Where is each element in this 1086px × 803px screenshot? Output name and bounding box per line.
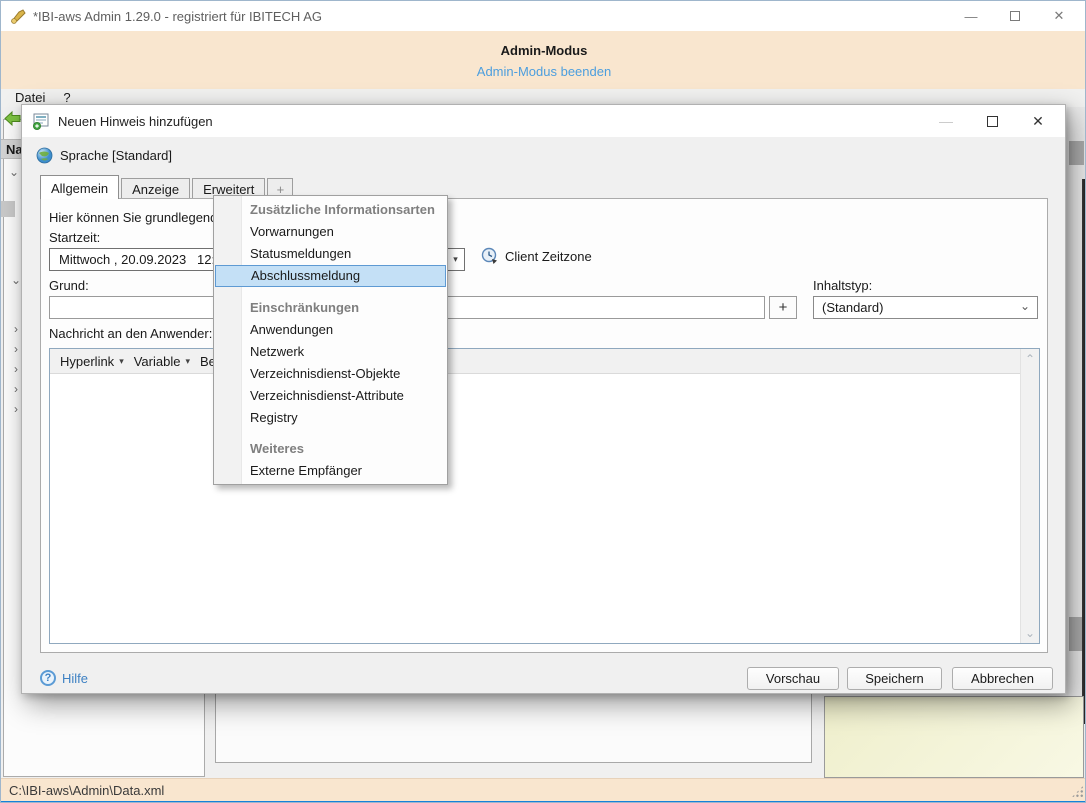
- menu-header-informationsarten: Zusätzliche Informationsarten: [250, 202, 435, 217]
- hilfe-link[interactable]: ? Hilfe: [40, 670, 88, 686]
- menu-item-externe-empfaenger[interactable]: Externe Empfänger: [214, 460, 447, 482]
- admin-mode-exit-link[interactable]: Admin-Modus beenden: [1, 64, 1085, 79]
- screen: *IBI-aws Admin 1.29.0 - registriert für …: [0, 0, 1086, 803]
- close-button[interactable]: ✕: [1037, 1, 1081, 31]
- tabpage-allgemein: Hier können Sie grundlegende Ei Startzei…: [40, 198, 1048, 653]
- tree-expand-icon[interactable]: ›: [14, 402, 18, 416]
- hyperlink-label: Hyperlink: [60, 353, 115, 369]
- tree-collapse-icon[interactable]: ⌄: [9, 165, 19, 179]
- editor-toolbar: Hyperlink ▾ Variable ▾ Be: [50, 349, 1020, 374]
- variable-label: Variable: [133, 353, 181, 369]
- center-panel: [215, 689, 812, 763]
- dialog-titlebar: Neuen Hinweis hinzufügen — ✕: [22, 105, 1065, 137]
- inhaltstyp-label: Inhaltstyp:: [813, 278, 873, 293]
- main-titlebar: *IBI-aws Admin 1.29.0 - registriert für …: [1, 1, 1085, 31]
- tab-allgemein[interactable]: Allgemein: [40, 175, 120, 199]
- globe-icon: [36, 147, 53, 164]
- back-arrow-icon[interactable]: [4, 110, 21, 127]
- startzeit-value: Mittwoch , 20.09.2023 12:54: [59, 252, 230, 267]
- menu-item-abschlussmeldung[interactable]: Abschlussmeldung: [215, 265, 446, 287]
- grund-add-button[interactable]: +: [769, 296, 797, 319]
- abbrechen-button[interactable]: Abbrechen: [952, 667, 1053, 690]
- editor-scrollbar[interactable]: ⌃ ⌄: [1020, 349, 1039, 643]
- nachricht-label: Nachricht an den Anwender:: [49, 326, 213, 341]
- resize-grip[interactable]: [1071, 785, 1084, 798]
- maximize-button[interactable]: [993, 1, 1037, 31]
- chevron-down-icon: ⌄: [1019, 299, 1030, 313]
- language-label: Sprache [Standard]: [60, 148, 173, 163]
- dialog-minimize-button: —: [939, 113, 953, 129]
- menu-separator: [214, 429, 447, 438]
- background-window-edge: [1082, 179, 1085, 724]
- information-type-menu: Zusätzliche Informationsarten Vorwarnung…: [213, 195, 448, 485]
- message-editor: Hyperlink ▾ Variable ▾ Be ⌃ ⌄: [49, 348, 1040, 644]
- menu-item-netzwerk[interactable]: Netzwerk: [214, 341, 447, 363]
- intro-text: Hier können Sie grundlegende Ei: [49, 210, 240, 225]
- client-zeitzone-label: Client Zeitzone: [505, 248, 592, 264]
- dialog-title: Neuen Hinweis hinzufügen: [58, 113, 213, 129]
- admin-banner: Admin-Modus Admin-Modus beenden: [1, 31, 1085, 89]
- window-title: *IBI-aws Admin 1.29.0 - registriert für …: [33, 8, 322, 24]
- scroll-down-icon[interactable]: ⌄: [1021, 626, 1039, 640]
- dialog-footer: ? Hilfe Vorschau Speichern Abbrechen: [22, 653, 1065, 695]
- status-file-path: C:\IBI-aws\Admin\Data.xml: [9, 782, 165, 798]
- tree-expand-icon[interactable]: ›: [14, 382, 18, 396]
- tree-selected-row[interactable]: [1, 201, 15, 217]
- right-scrollbar-thumb[interactable]: [1069, 141, 1084, 165]
- dialog-maximize-button[interactable]: [969, 105, 1015, 137]
- clock-icon: [481, 247, 497, 264]
- dialog-close-button[interactable]: ✕: [1015, 105, 1061, 137]
- inhaltstyp-select[interactable]: (Standard) ⌄: [813, 296, 1038, 319]
- add-notice-dialog: Neuen Hinweis hinzufügen — ✕ Sprache [St…: [21, 104, 1066, 694]
- minimize-button[interactable]: —: [949, 1, 993, 31]
- startzeit-label: Startzeit:: [49, 230, 101, 245]
- preview-pane: [824, 696, 1084, 778]
- tab-anzeige[interactable]: Anzeige: [121, 178, 191, 199]
- menu-item-anwendungen[interactable]: Anwendungen: [214, 319, 447, 341]
- help-icon: ?: [40, 670, 56, 686]
- menu-header-einschraenkungen: Einschränkungen: [250, 300, 360, 315]
- variable-dropdown[interactable]: Variable ▾: [134, 354, 190, 369]
- client-zeitzone-control[interactable]: Client Zeitzone: [481, 247, 592, 265]
- language-selector[interactable]: Sprache [Standard]: [36, 147, 172, 164]
- hyperlink-dropdown[interactable]: Hyperlink ▾: [60, 354, 124, 369]
- app-icon: [10, 8, 26, 24]
- statusbar: C:\IBI-aws\Admin\Data.xml: [1, 778, 1085, 801]
- datepicker-dropdown-icon[interactable]: ▾: [446, 249, 464, 270]
- menu-item-vorwarnungen[interactable]: Vorwarnungen: [214, 221, 447, 243]
- scroll-up-icon[interactable]: ⌃: [1021, 352, 1039, 366]
- menu-header-weiteres: Weiteres: [250, 441, 304, 456]
- menu-item-statusmeldungen[interactable]: Statusmeldungen: [214, 243, 447, 265]
- tree-collapse-icon[interactable]: ⌄: [11, 273, 21, 287]
- tree-expand-icon[interactable]: ›: [14, 342, 18, 356]
- tree-column-header[interactable]: Na: [1, 139, 22, 159]
- dropdown-caret-icon: ▾: [119, 355, 124, 366]
- maximize-icon: [986, 115, 998, 127]
- menu-item-verzeichnisdienst-objekte[interactable]: Verzeichnisdienst-Objekte: [214, 363, 447, 385]
- speichern-button[interactable]: Speichern: [847, 667, 942, 690]
- maximize-icon: [1010, 11, 1020, 21]
- message-textarea[interactable]: [50, 375, 1020, 643]
- menu-item-verzeichnisdienst-attribute[interactable]: Verzeichnisdienst-Attribute: [214, 385, 447, 407]
- inhaltstyp-value: (Standard): [822, 300, 884, 315]
- grund-label: Grund:: [49, 278, 89, 293]
- admin-mode-title: Admin-Modus: [500, 43, 588, 58]
- dropdown-caret-icon: ▾: [185, 355, 190, 366]
- vorschau-button[interactable]: Vorschau: [747, 667, 839, 690]
- tree-expand-icon[interactable]: ›: [14, 322, 18, 336]
- menu-separator: [214, 287, 447, 297]
- tree-expand-icon[interactable]: ›: [14, 362, 18, 376]
- add-notice-icon: [33, 113, 49, 130]
- hilfe-label: Hilfe: [62, 670, 89, 686]
- menu-item-registry[interactable]: Registry: [214, 407, 447, 429]
